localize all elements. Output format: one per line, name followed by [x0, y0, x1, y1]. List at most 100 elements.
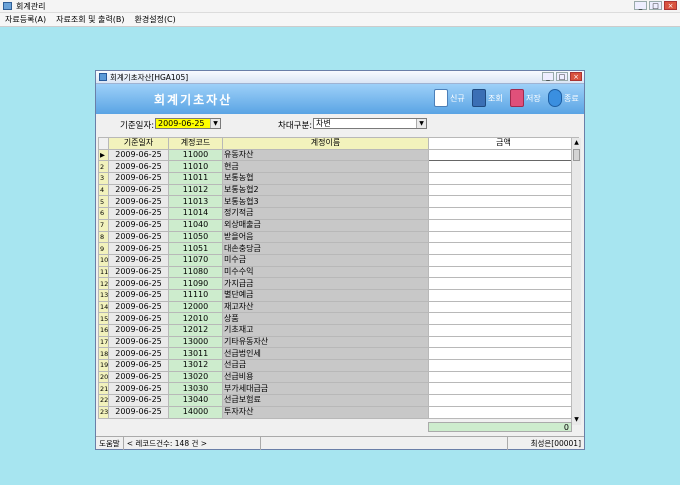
table-row[interactable]: 92009-06-2511051대손충당금0	[98, 242, 579, 255]
name-cell[interactable]: 현금	[222, 160, 429, 174]
name-cell[interactable]: 선급보험료	[222, 394, 429, 407]
table-row[interactable]: 142009-06-2512000재고자산0	[98, 300, 579, 314]
row-header[interactable]: 6	[98, 207, 109, 220]
amount-cell[interactable]: 0	[428, 288, 579, 302]
current-row-indicator-icon[interactable]: ▶	[98, 148, 109, 162]
name-cell[interactable]: 미수금	[222, 253, 429, 267]
amount-cell[interactable]: 0	[428, 335, 579, 349]
name-cell[interactable]: 유동자산	[222, 148, 429, 162]
code-cell[interactable]: 13020	[168, 370, 223, 384]
date-cell[interactable]: 2009-06-25	[108, 288, 169, 302]
date-cell[interactable]: 2009-06-25	[108, 370, 169, 384]
name-cell[interactable]: 가지급금	[222, 277, 429, 290]
code-cell[interactable]: 11011	[168, 172, 223, 185]
minimize-button[interactable]: _	[634, 1, 647, 10]
amount-cell[interactable]: 0	[428, 207, 579, 220]
child-close-button[interactable]: ×	[570, 72, 582, 81]
amount-cell[interactable]: 0	[428, 195, 579, 209]
save-button[interactable]: 저장	[510, 89, 541, 107]
row-header[interactable]: 14	[98, 300, 109, 314]
table-row[interactable]: 82009-06-2511050받을어음0	[98, 230, 579, 244]
table-row[interactable]: 222009-06-2513040선급보험료0	[98, 394, 579, 407]
column-header-code[interactable]: 계정코드	[168, 137, 223, 150]
code-cell[interactable]: 11070	[168, 253, 223, 267]
code-cell[interactable]: 11090	[168, 277, 223, 290]
name-cell[interactable]: 기초재고	[222, 324, 429, 337]
table-row[interactable]: 162009-06-2512012기초재고0	[98, 324, 579, 337]
name-cell[interactable]: 상품	[222, 312, 429, 325]
amount-cell[interactable]: 0	[428, 312, 579, 325]
date-cell[interactable]: 2009-06-25	[108, 324, 169, 337]
menu-data-query-print[interactable]: 자료조회 및 출력(B)	[51, 13, 129, 26]
date-cell[interactable]: 2009-06-25	[108, 359, 169, 372]
table-row[interactable]: 232009-06-2514000투자자산0	[98, 405, 579, 419]
row-header[interactable]: 3	[98, 172, 109, 185]
scroll-down-icon[interactable]: ▼	[572, 415, 581, 425]
date-cell[interactable]: 2009-06-25	[108, 277, 169, 290]
vertical-scrollbar[interactable]: ▲ ▼	[571, 138, 581, 425]
scroll-up-icon[interactable]: ▲	[572, 138, 581, 148]
row-header[interactable]: 17	[98, 335, 109, 349]
row-header[interactable]: 18	[98, 347, 109, 361]
amount-cell[interactable]: 0	[428, 230, 579, 244]
row-header[interactable]: 16	[98, 324, 109, 337]
date-cell[interactable]: 2009-06-25	[108, 312, 169, 325]
table-row[interactable]: 112009-06-2511080미수수익0	[98, 265, 579, 279]
date-cell[interactable]: 2009-06-25	[108, 265, 169, 279]
date-cell[interactable]: 2009-06-25	[108, 394, 169, 407]
child-maximize-button[interactable]: □	[556, 72, 568, 81]
date-cell[interactable]: 2009-06-25	[108, 405, 169, 419]
table-row[interactable]: 182009-06-2513011선급법인세0	[98, 347, 579, 361]
date-cell[interactable]: 2009-06-25	[108, 242, 169, 255]
column-header-amount[interactable]: 금액	[428, 137, 579, 150]
table-row[interactable]: 42009-06-2511012보통농협20	[98, 183, 579, 197]
name-cell[interactable]: 별단예금	[222, 288, 429, 302]
date-cell[interactable]: 2009-06-25	[108, 183, 169, 197]
table-row[interactable]: 102009-06-2511070미수금0	[98, 253, 579, 267]
row-header[interactable]: 8	[98, 230, 109, 244]
code-cell[interactable]: 11000	[168, 148, 223, 162]
search-button[interactable]: 조회	[472, 89, 503, 107]
row-header[interactable]: 10	[98, 253, 109, 267]
amount-cell[interactable]: 0	[428, 394, 579, 407]
name-cell[interactable]: 선급금	[222, 359, 429, 372]
code-cell[interactable]: 11051	[168, 242, 223, 255]
date-cell[interactable]: 2009-06-25	[108, 253, 169, 267]
amount-cell[interactable]: 0	[428, 265, 579, 279]
column-header-name[interactable]: 계정이름	[222, 137, 429, 150]
name-cell[interactable]: 보통농협2	[222, 183, 429, 197]
row-header[interactable]: 15	[98, 312, 109, 325]
name-cell[interactable]: 정기적금	[222, 207, 429, 220]
name-cell[interactable]: 외상매출금	[222, 218, 429, 232]
row-header[interactable]: 5	[98, 195, 109, 209]
code-cell[interactable]: 11012	[168, 183, 223, 197]
code-cell[interactable]: 11040	[168, 218, 223, 232]
code-cell[interactable]: 13000	[168, 335, 223, 349]
base-date-combo[interactable]: 2009-06-25 ▼	[155, 118, 221, 129]
chevron-down-icon[interactable]: ▼	[416, 119, 426, 128]
code-cell[interactable]: 13040	[168, 394, 223, 407]
amount-cell[interactable]: 0	[428, 253, 579, 267]
name-cell[interactable]: 받을어음	[222, 230, 429, 244]
amount-cell[interactable]: 0	[428, 242, 579, 255]
date-cell[interactable]: 2009-06-25	[108, 148, 169, 162]
table-row[interactable]: ▶2009-06-2511000유동자산0	[98, 148, 579, 162]
date-cell[interactable]: 2009-06-25	[108, 335, 169, 349]
amount-cell[interactable]: 0	[428, 160, 579, 174]
row-header[interactable]: 23	[98, 405, 109, 419]
dc-combo[interactable]: 차변 ▼	[313, 118, 427, 129]
name-cell[interactable]: 기타유동자산	[222, 335, 429, 349]
date-cell[interactable]: 2009-06-25	[108, 218, 169, 232]
amount-cell[interactable]: 0	[428, 370, 579, 384]
amount-cell[interactable]: 0	[428, 324, 579, 337]
amount-cell[interactable]: 0	[428, 405, 579, 419]
maximize-button[interactable]: □	[649, 1, 662, 10]
amount-cell[interactable]: 0	[428, 172, 579, 185]
code-cell[interactable]: 13012	[168, 359, 223, 372]
table-row[interactable]: 122009-06-2511090가지급금0	[98, 277, 579, 290]
amount-cell[interactable]: 0	[428, 382, 579, 396]
table-row[interactable]: 202009-06-2513020선급비용0	[98, 370, 579, 384]
row-header[interactable]: 4	[98, 183, 109, 197]
date-cell[interactable]: 2009-06-25	[108, 382, 169, 396]
new-button[interactable]: 신규	[434, 89, 465, 107]
